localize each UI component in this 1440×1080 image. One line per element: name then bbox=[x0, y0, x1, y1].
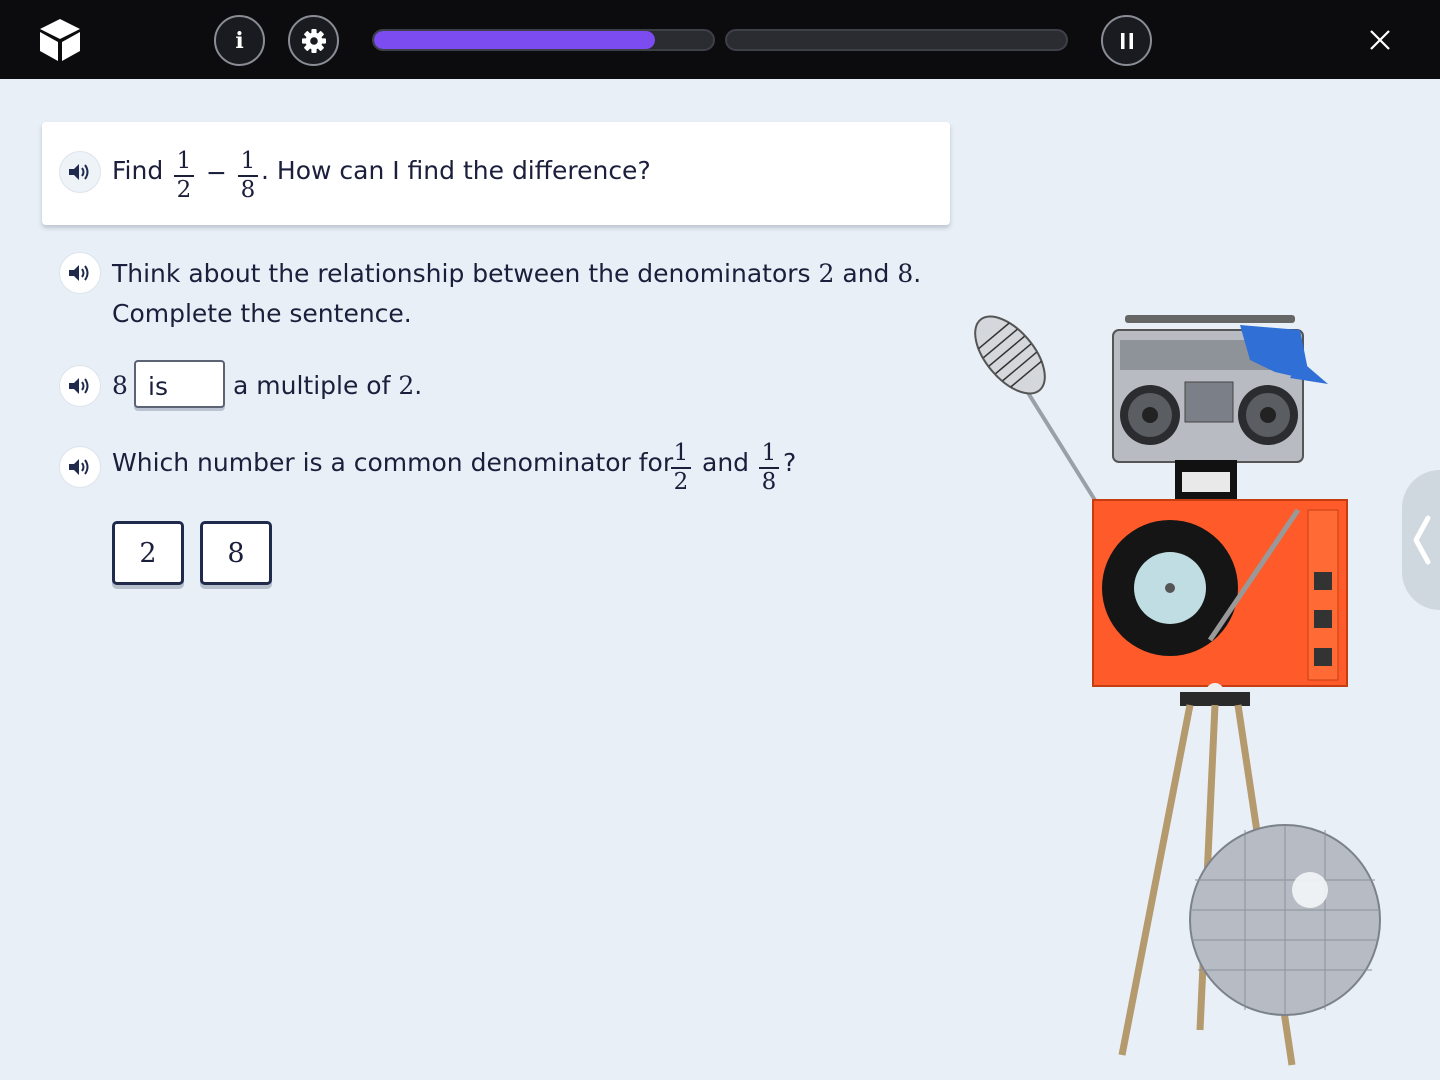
speaker-button[interactable] bbox=[59, 151, 101, 193]
speaker-icon bbox=[69, 265, 89, 281]
settings-button[interactable] bbox=[288, 15, 339, 66]
hint-line-2: Complete the sentence. bbox=[112, 299, 412, 328]
sentence-lead-number: 8 bbox=[112, 371, 128, 400]
numerator: 1 bbox=[176, 148, 192, 174]
minus-sign: − bbox=[206, 158, 227, 187]
denominator: 8 bbox=[240, 177, 256, 203]
close-icon[interactable] bbox=[1364, 24, 1396, 56]
turntable-icon bbox=[1092, 499, 1348, 687]
info-icon: i bbox=[235, 27, 244, 54]
answer-dropdown[interactable]: is bbox=[134, 360, 225, 408]
speaker-button[interactable] bbox=[59, 446, 101, 488]
speaker-icon bbox=[69, 378, 89, 394]
boombox-icon bbox=[1112, 315, 1328, 463]
progress-bar-1 bbox=[372, 29, 715, 51]
hint-line-1: Think about the relationship between the… bbox=[112, 261, 921, 286]
sentence-tail: a multiple of 2. bbox=[233, 373, 422, 398]
multiple-value: 2 bbox=[398, 371, 415, 400]
info-button[interactable]: i bbox=[214, 15, 265, 66]
period: . bbox=[414, 371, 423, 400]
numerator: 1 bbox=[240, 148, 256, 174]
numerator: 1 bbox=[673, 440, 689, 466]
music-robot-illustration bbox=[974, 315, 1381, 1066]
common-denominator-prompt: Which number is a common denominator for bbox=[112, 448, 674, 477]
pause-button[interactable] bbox=[1101, 15, 1152, 66]
disco-ball-icon bbox=[1189, 824, 1381, 1016]
denominator: 2 bbox=[176, 177, 192, 203]
question-card: Find 1 2 − 1 8 . How can I find the diff… bbox=[42, 122, 950, 225]
period: . bbox=[913, 259, 922, 288]
cube-logo-icon bbox=[40, 19, 80, 61]
fraction-one-half: 1 2 bbox=[668, 442, 694, 494]
denominator: 2 bbox=[673, 469, 689, 495]
question-find-label: Find bbox=[112, 156, 164, 185]
denominator: 8 bbox=[761, 469, 777, 495]
sentence-text: a multiple of bbox=[233, 371, 391, 400]
speaker-icon bbox=[69, 164, 89, 180]
and-word: and bbox=[842, 259, 890, 288]
denominator-value: 2 bbox=[818, 259, 835, 288]
gear-icon bbox=[301, 28, 326, 53]
pause-icon bbox=[1120, 32, 1133, 49]
chevron-left-icon bbox=[1413, 515, 1431, 565]
question-mark: ? bbox=[783, 448, 797, 477]
choice-button-8[interactable]: 8 bbox=[200, 521, 272, 585]
side-panel-toggle[interactable] bbox=[1402, 470, 1440, 610]
question-text: . How can I find the difference? bbox=[261, 156, 651, 185]
hint-text: Think about the relationship between the… bbox=[112, 259, 811, 288]
fraction-one-eighth: 1 8 bbox=[235, 150, 261, 202]
fraction-one-half: 1 2 bbox=[171, 150, 197, 202]
speaker-button[interactable] bbox=[59, 252, 101, 294]
progress-fill bbox=[374, 31, 656, 49]
fraction-one-eighth: 1 8 bbox=[756, 442, 782, 494]
and-word: and bbox=[702, 448, 750, 477]
speaker-icon bbox=[69, 459, 89, 475]
denominator-value: 8 bbox=[897, 259, 914, 288]
speaker-button[interactable] bbox=[59, 365, 101, 407]
microphone-icon bbox=[974, 315, 1046, 395]
top-bar: i bbox=[0, 0, 1440, 79]
numerator: 1 bbox=[761, 440, 777, 466]
progress-bar-2 bbox=[725, 29, 1068, 51]
choice-button-2[interactable]: 2 bbox=[112, 521, 184, 585]
